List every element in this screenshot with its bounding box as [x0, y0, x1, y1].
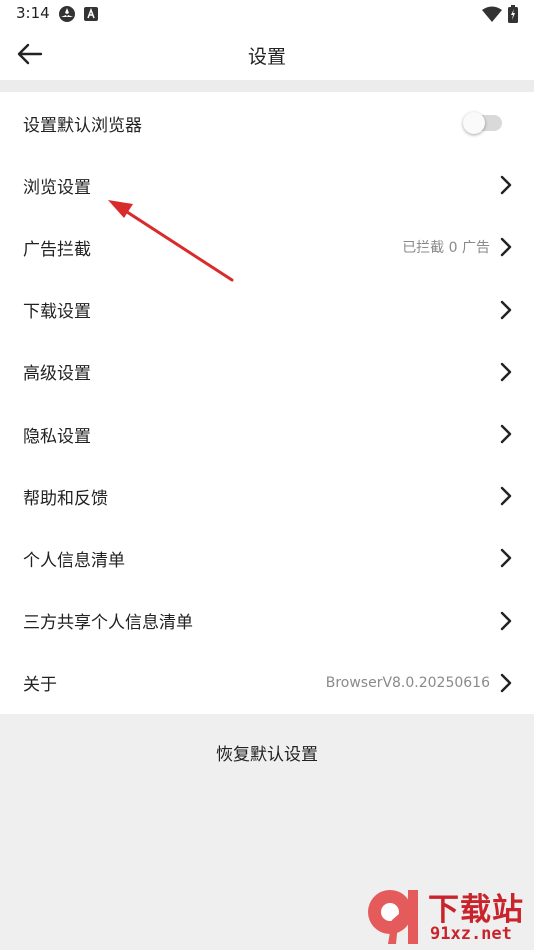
setting-help-feedback[interactable]: 帮助和反馈 [0, 465, 534, 527]
battery-icon [508, 5, 518, 27]
setting-label: 下载设置 [23, 302, 91, 323]
setting-label: 三方共享个人信息清单 [23, 613, 193, 634]
setting-label: 帮助和反馈 [23, 488, 108, 509]
setting-third-party-info-list[interactable]: 三方共享个人信息清单 [0, 590, 534, 652]
setting-browse[interactable]: 浏览设置 [0, 154, 534, 216]
version-text: BrowserV8.0.20250616 [325, 674, 490, 691]
chevron-right-icon [500, 549, 512, 568]
divider [0, 80, 534, 92]
setting-label: 广告拦截 [23, 239, 91, 260]
watermark-logo: 下载站 91xz.net [360, 882, 534, 950]
watermark-text: 下载站 [428, 892, 524, 928]
chevron-right-icon [500, 611, 512, 630]
chevron-right-icon [500, 487, 512, 506]
setting-label: 浏览设置 [23, 177, 91, 198]
setting-privacy[interactable]: 隐私设置 [0, 403, 534, 465]
watermark-url: 91xz.net [430, 924, 512, 944]
app-notification-icon [58, 5, 76, 27]
setting-ad-block[interactable]: 广告拦截 已拦截 0 广告 [0, 216, 534, 278]
setting-label: 高级设置 [23, 364, 91, 385]
a-app-icon [84, 6, 98, 25]
chevron-right-icon [500, 176, 512, 195]
setting-default-browser[interactable]: 设置默认浏览器 [0, 92, 534, 154]
setting-label: 隐私设置 [23, 426, 91, 447]
chevron-right-icon [500, 238, 512, 257]
setting-personal-info-list[interactable]: 个人信息清单 [0, 527, 534, 589]
ad-block-count: 已拦截 0 广告 [402, 240, 490, 257]
status-bar: 3:14 [0, 0, 534, 28]
chevron-right-icon [500, 362, 512, 382]
status-time: 3:14 [16, 4, 50, 22]
watermark-badge-icon [368, 890, 418, 944]
setting-download[interactable]: 下载设置 [0, 279, 534, 341]
chevron-right-icon [500, 300, 512, 319]
toggle-knob [463, 112, 485, 135]
wifi-icon [482, 6, 502, 26]
setting-advanced[interactable]: 高级设置 [0, 341, 534, 403]
settings-list: 设置默认浏览器 浏览设置 广告拦截 已拦截 0 广告 下载设置 高级设置 隐私设… [0, 92, 534, 714]
chevron-right-icon [500, 673, 512, 692]
default-browser-toggle[interactable] [463, 112, 502, 135]
chevron-right-icon [500, 424, 512, 444]
restore-defaults-button[interactable]: 恢复默认设置 [0, 714, 534, 790]
page-title: 设置 [247, 46, 286, 68]
setting-about[interactable]: 关于 BrowserV8.0.20250616 [0, 652, 534, 714]
setting-label: 个人信息清单 [23, 550, 125, 571]
setting-label: 关于 [23, 675, 57, 696]
setting-label: 设置默认浏览器 [23, 115, 142, 136]
app-bar: 设置 [0, 28, 534, 80]
